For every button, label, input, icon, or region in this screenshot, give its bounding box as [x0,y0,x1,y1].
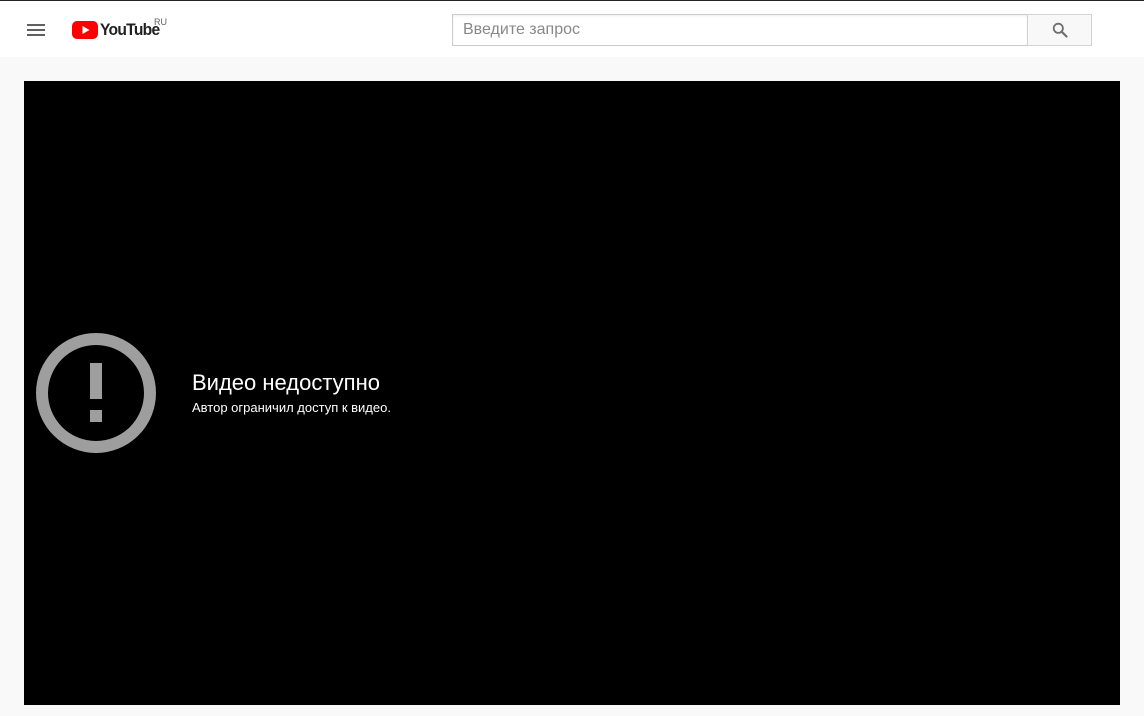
exclamation-circle-icon [36,333,156,453]
error-title: Видео недоступно [192,370,380,395]
youtube-play-icon [72,21,98,39]
magnifier-icon [1052,22,1068,38]
hamburger-menu-icon [27,24,45,26]
error-subtitle: Автор ограничил доступ к видео. [192,400,391,415]
search-button[interactable] [1027,14,1092,46]
country-code: RU [154,17,167,27]
page: YouTube RU Видео недоступно Автор ограни… [0,0,1144,716]
search-box [452,14,1028,46]
logo-text: YouTube [100,20,160,39]
youtube-logo[interactable]: YouTube RU [72,17,167,41]
search-input[interactable] [453,15,1027,45]
video-player[interactable]: Видео недоступно Автор ограничил доступ … [24,81,1120,705]
masthead: YouTube RU [0,0,1144,57]
menu-button[interactable] [24,18,48,42]
